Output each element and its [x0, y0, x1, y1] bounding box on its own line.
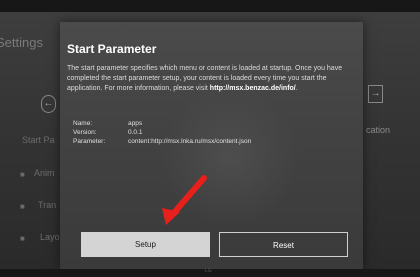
background-menu-item-start: Start Pa: [22, 135, 55, 145]
background-settings-title: Settings: [0, 35, 43, 50]
info-link[interactable]: http://msx.benzac.de/info/: [210, 85, 296, 92]
description-suffix: .: [295, 85, 298, 92]
background-menu-item-application: cation: [366, 125, 391, 135]
background-layout-icon: ■: [20, 234, 25, 243]
start-parameter-dialog: Start Parameter The start parameter spec…: [60, 22, 363, 269]
dialog-description: The start parameter specifies which menu…: [67, 64, 357, 94]
name-label: Name:: [73, 120, 93, 127]
setup-button[interactable]: Setup: [81, 232, 210, 257]
background-forward-icon: →: [368, 85, 383, 103]
parameter-label: Parameter:: [73, 138, 106, 145]
dialog-title: Start Parameter: [67, 42, 157, 56]
parameter-info: Name: apps Version: 0.0.1 Parameter: conten…: [73, 119, 251, 146]
info-row-parameter: Parameter: content:http://msx.lnka.ru/msx…: [73, 137, 251, 146]
background-menu-item-animation: Anim: [34, 168, 55, 178]
version-value: 0.0.1: [128, 129, 143, 136]
screen-glare: [160, 87, 300, 227]
background-transition-icon: ■: [20, 202, 25, 211]
name-value: apps: [128, 120, 143, 127]
background-menu-item-layout: Layo: [40, 232, 60, 242]
background-back-icon: ←: [41, 95, 56, 113]
background-menu-item-transition: Tran: [38, 200, 57, 210]
info-row-version: Version: 0.0.1: [73, 128, 251, 137]
reset-button[interactable]: Reset: [219, 232, 348, 257]
info-row-name: Name: apps: [73, 119, 251, 128]
version-label: Version:: [73, 129, 97, 136]
tv-brand-logo: LG: [205, 268, 212, 274]
background-animation-icon: ■: [20, 170, 25, 179]
parameter-value: content:http://msx.lnka.ru/msx/content.j…: [128, 138, 252, 145]
description-text: The start parameter specifies which menu…: [67, 65, 343, 92]
tv-screen: Settings ← → Start Pa ■ Anim ■ Tran ■ La…: [0, 12, 420, 269]
